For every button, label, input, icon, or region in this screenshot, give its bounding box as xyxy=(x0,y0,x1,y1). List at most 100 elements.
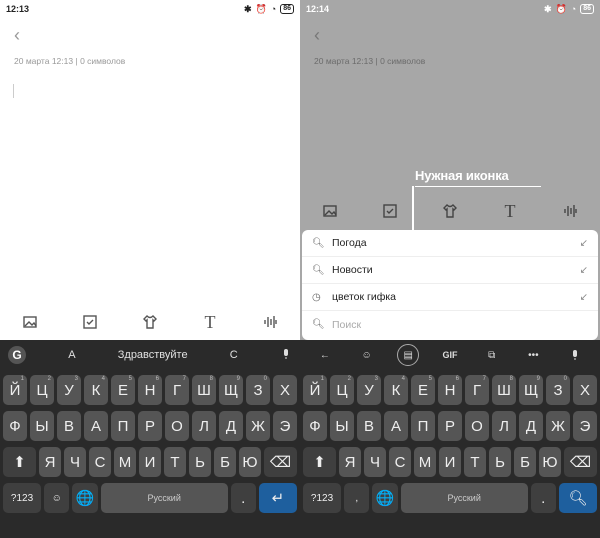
search-result[interactable]: 🔍︎ Погода ↙ xyxy=(302,230,598,257)
fill-arrow-icon[interactable]: ↙ xyxy=(580,265,588,276)
key[interactable]: Ы xyxy=(30,411,54,441)
key[interactable]: Ж xyxy=(546,411,570,441)
gif-button[interactable]: GIF xyxy=(439,344,461,366)
space-key[interactable]: Русский xyxy=(100,483,228,513)
key[interactable]: Я xyxy=(39,447,61,477)
key[interactable]: М xyxy=(114,447,136,477)
audio-wave-icon[interactable] xyxy=(559,200,581,222)
key[interactable]: Й1 xyxy=(303,375,327,405)
mic-icon[interactable] xyxy=(280,348,292,363)
text-format-icon[interactable]: T xyxy=(499,200,521,222)
key[interactable]: О xyxy=(165,411,189,441)
key[interactable]: И xyxy=(139,447,161,477)
backspace-key[interactable]: ⌫ xyxy=(264,447,297,477)
key[interactable]: С xyxy=(89,447,111,477)
suggestion-2[interactable]: Здравствуйте xyxy=(118,349,188,361)
key[interactable]: Ф xyxy=(303,411,327,441)
key[interactable]: М xyxy=(414,447,436,477)
search-result[interactable]: 🔍︎ Новости ↙ xyxy=(302,257,598,284)
symbols-key[interactable]: ?123 xyxy=(3,483,42,513)
key[interactable]: Р xyxy=(438,411,462,441)
key[interactable]: Ц2 xyxy=(30,375,54,405)
key[interactable]: Ю xyxy=(539,447,561,477)
key[interactable]: С xyxy=(389,447,411,477)
key[interactable]: П xyxy=(111,411,135,441)
back-icon[interactable]: ‹ xyxy=(14,26,20,44)
key[interactable]: К4 xyxy=(384,375,408,405)
key[interactable]: Я xyxy=(339,447,361,477)
google-icon[interactable]: G xyxy=(8,346,26,364)
key[interactable]: Ш8 xyxy=(192,375,216,405)
key[interactable]: Щ9 xyxy=(219,375,243,405)
key[interactable]: У3 xyxy=(57,375,81,405)
key[interactable]: Щ9 xyxy=(519,375,543,405)
audio-wave-icon[interactable] xyxy=(259,311,281,333)
checklist-icon[interactable] xyxy=(79,311,101,333)
key[interactable]: Ь xyxy=(189,447,211,477)
key[interactable]: У3 xyxy=(357,375,381,405)
key[interactable]: Ь xyxy=(489,447,511,477)
key[interactable]: В xyxy=(57,411,81,441)
key[interactable]: Р xyxy=(138,411,162,441)
key[interactable]: Х xyxy=(573,375,597,405)
shift-key[interactable]: ⬆ xyxy=(3,447,36,477)
more-icon[interactable]: ••• xyxy=(522,344,544,366)
enter-key[interactable]: ↵ xyxy=(258,483,297,513)
key[interactable]: Ц2 xyxy=(330,375,354,405)
key[interactable]: П xyxy=(411,411,435,441)
key[interactable]: З0 xyxy=(546,375,570,405)
checklist-icon[interactable] xyxy=(379,200,401,222)
key[interactable]: А xyxy=(84,411,108,441)
key[interactable]: Ш8 xyxy=(492,375,516,405)
key[interactable]: Й1 xyxy=(3,375,27,405)
key[interactable]: И xyxy=(439,447,461,477)
key[interactable]: Д xyxy=(219,411,243,441)
key[interactable]: К4 xyxy=(84,375,108,405)
tshirt-icon[interactable] xyxy=(439,200,461,222)
key[interactable]: А xyxy=(384,411,408,441)
fill-arrow-icon[interactable]: ↙ xyxy=(580,238,588,249)
suggestion-3[interactable]: C xyxy=(230,349,238,361)
key[interactable]: Ф xyxy=(3,411,27,441)
key[interactable]: Т xyxy=(164,447,186,477)
text-cursor[interactable] xyxy=(13,84,14,98)
key[interactable]: Н6 xyxy=(138,375,162,405)
key[interactable]: Б xyxy=(214,447,236,477)
comma-key[interactable]: , xyxy=(344,483,370,513)
translate-icon[interactable]: ⧉ xyxy=(481,344,503,366)
key[interactable]: Г7 xyxy=(165,375,189,405)
mic-icon[interactable] xyxy=(564,344,586,366)
symbols-key[interactable]: ?123 xyxy=(303,483,342,513)
key[interactable]: Д xyxy=(519,411,543,441)
key[interactable]: Ч xyxy=(64,447,86,477)
key[interactable]: В xyxy=(357,411,381,441)
suggestion-1[interactable]: A xyxy=(68,349,75,361)
search-key[interactable]: 🔍︎ xyxy=(558,483,597,513)
key[interactable]: З0 xyxy=(246,375,270,405)
key[interactable]: Ю xyxy=(239,447,261,477)
back-icon[interactable]: ‹ xyxy=(314,26,320,44)
key[interactable]: Е5 xyxy=(111,375,135,405)
key[interactable]: Х xyxy=(273,375,297,405)
key[interactable]: Ж xyxy=(246,411,270,441)
key[interactable]: Л xyxy=(192,411,216,441)
key[interactable]: Э xyxy=(273,411,297,441)
key[interactable]: Б xyxy=(514,447,536,477)
emoji-comma-key[interactable]: ☺ xyxy=(44,483,70,513)
key[interactable]: О xyxy=(465,411,489,441)
key[interactable]: Г7 xyxy=(465,375,489,405)
space-key[interactable]: Русский xyxy=(400,483,528,513)
clipboard-icon[interactable]: ▤ xyxy=(397,344,420,366)
tshirt-icon[interactable] xyxy=(139,311,161,333)
key[interactable]: Е5 xyxy=(411,375,435,405)
globe-key[interactable]: 🌐 xyxy=(372,483,398,513)
globe-key[interactable]: 🌐 xyxy=(72,483,98,513)
key[interactable]: Н6 xyxy=(438,375,462,405)
search-input[interactable]: 🔍︎ Поиск xyxy=(302,311,598,338)
back-arrow-icon[interactable]: ← xyxy=(314,344,336,366)
fill-arrow-icon[interactable]: ↙ xyxy=(580,292,588,303)
text-format-icon[interactable]: T xyxy=(199,311,221,333)
image-icon[interactable] xyxy=(319,200,341,222)
key[interactable]: Ч xyxy=(364,447,386,477)
key[interactable]: Э xyxy=(573,411,597,441)
